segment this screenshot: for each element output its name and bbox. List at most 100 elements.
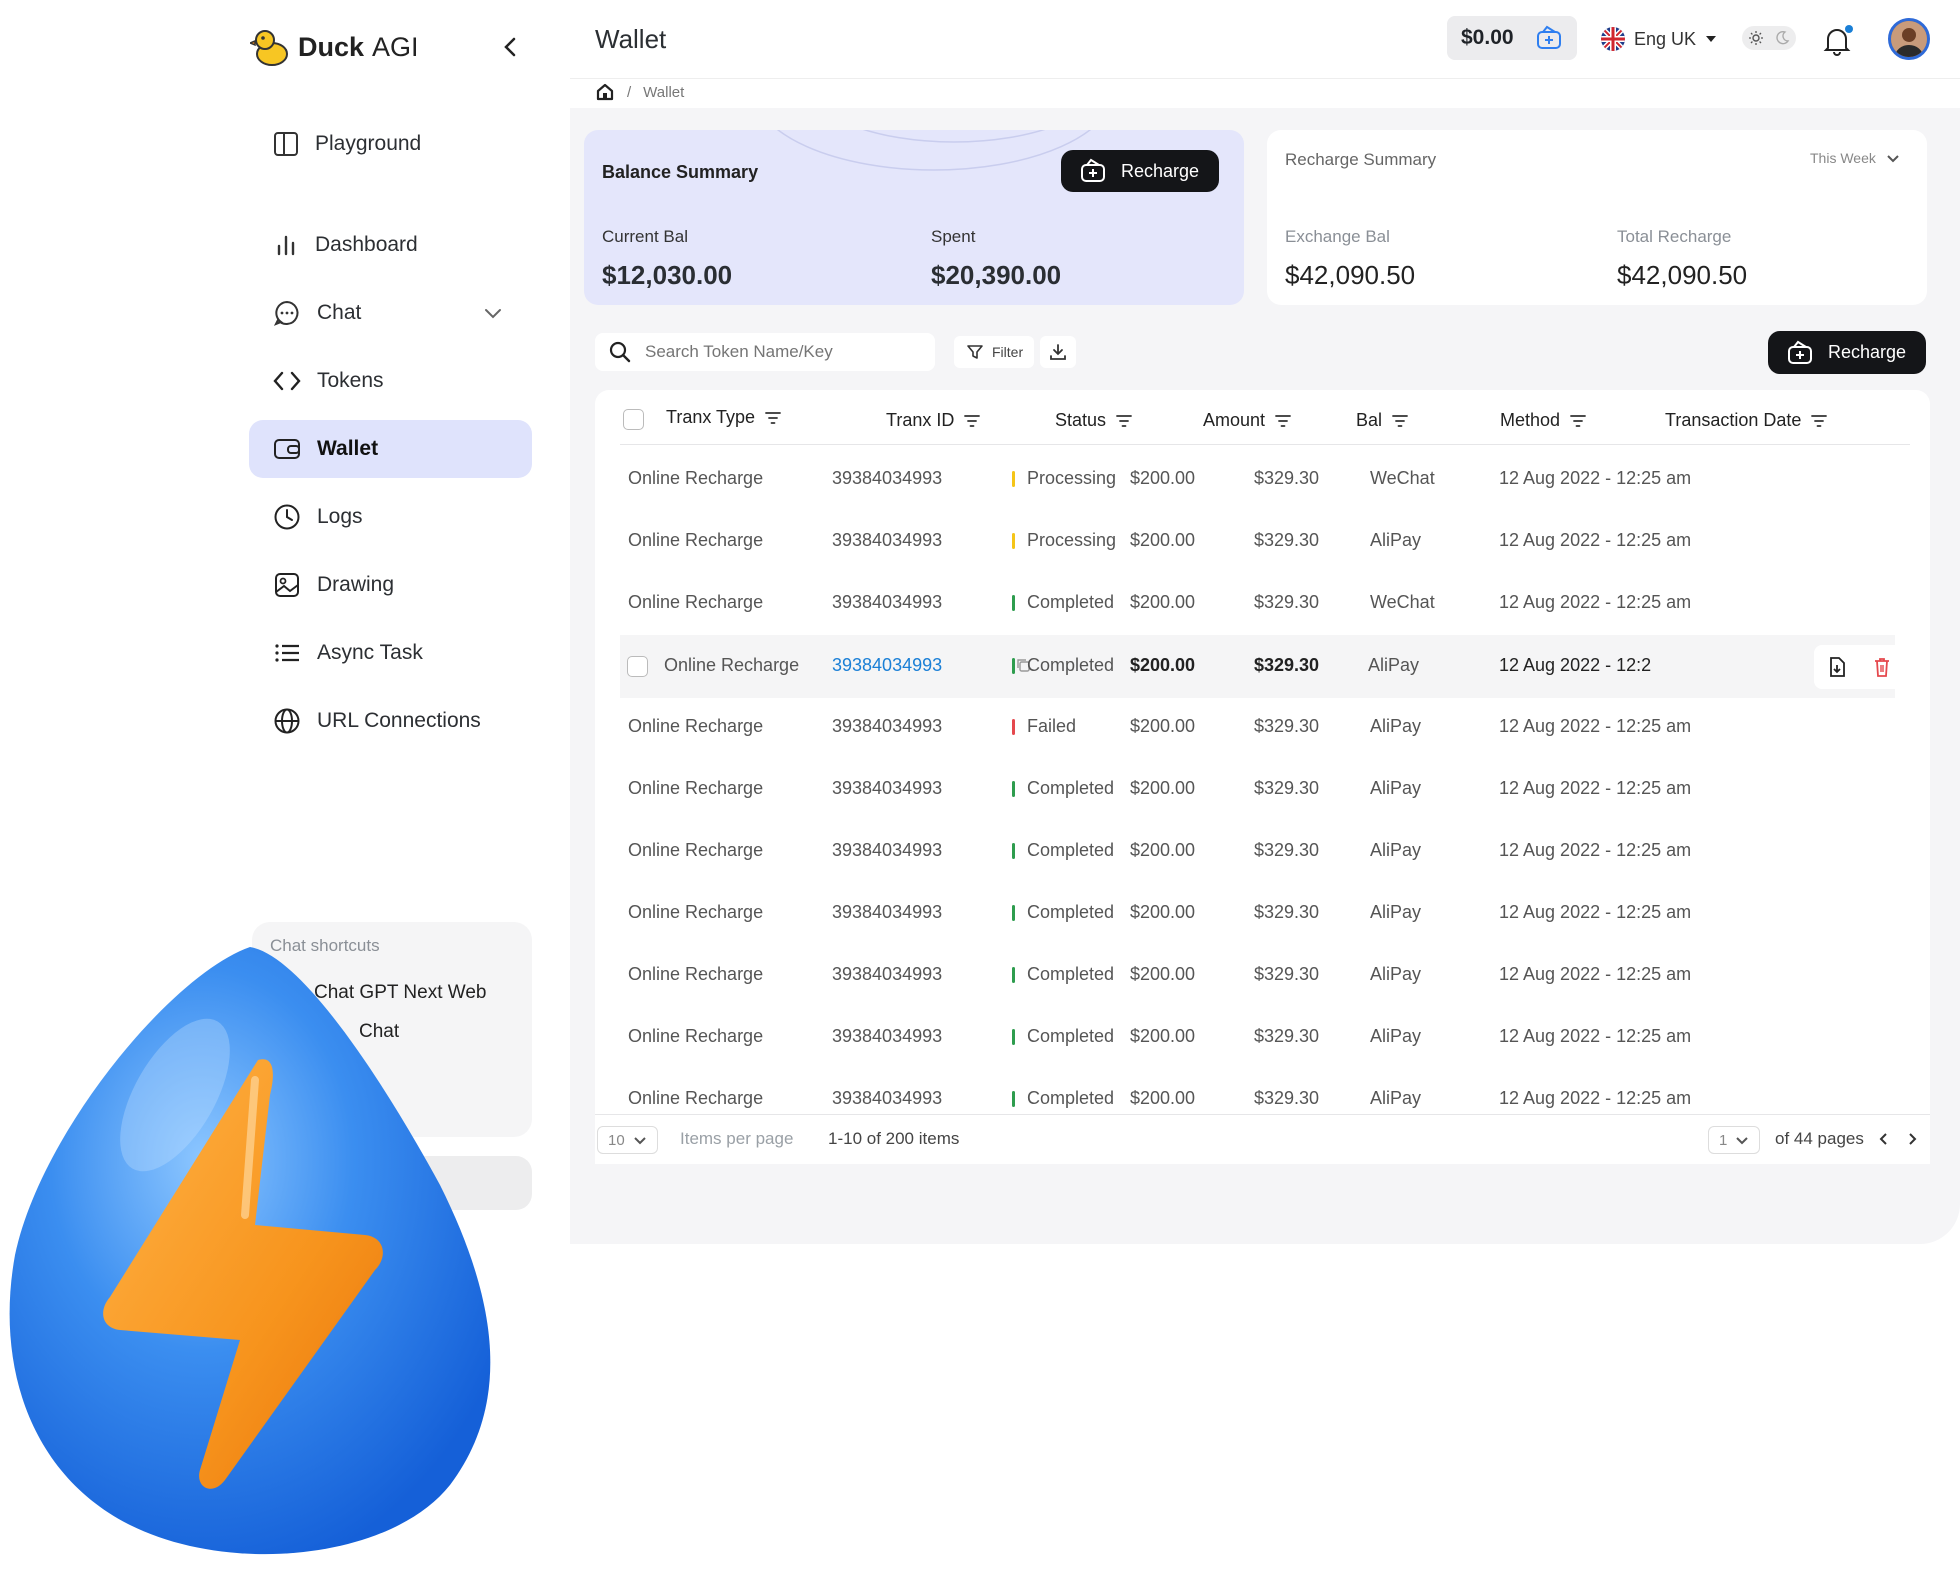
sort-icon[interactable] [1811,414,1828,428]
download-file-icon[interactable] [1827,656,1847,678]
period-label: This Week [1810,150,1876,166]
cell-tranx-type: Online Recharge [628,778,764,798]
cell-amount: $200.00 [1130,592,1196,612]
brand-logo[interactable]: Duck AGI [250,26,419,68]
next-page-icon[interactable] [1903,1130,1921,1148]
wallet-plus-icon [1788,340,1812,364]
spent-value: $20,390.00 [931,260,1062,290]
status-label: Processing [1027,468,1117,488]
recharge-button-label: Recharge [1828,342,1907,362]
notifications-button[interactable] [1820,24,1854,58]
status-label: Completed [1027,655,1115,675]
sidebar-item-url-connections[interactable]: URL Connections [249,692,532,750]
sort-icon[interactable] [1275,414,1291,428]
sidebar-item-label: Async Task [317,641,423,664]
download-button[interactable] [1040,336,1076,368]
cell-tranx-id: 39384034993 [832,716,943,736]
status-label: Completed [1027,964,1115,984]
cell-bal: $329.30 [1254,1026,1320,1046]
recharge-button[interactable]: Recharge [1768,331,1927,374]
main-content: Wallet $0.00 Eng UK / Wallet Balance Sum… [570,0,1960,1244]
wallet-plus-icon [1537,25,1561,49]
cell-tranx-type: Online Recharge [664,655,800,675]
cell-amount: $200.00 [1130,716,1196,736]
home-icon[interactable] [595,82,615,102]
sidebar-item-logs[interactable]: Logs [249,488,532,546]
recharge-button-card[interactable]: Recharge [1061,150,1220,192]
search-input[interactable] [645,342,915,362]
sidebar-item-label: Wallet [317,437,379,460]
search-box[interactable] [595,333,935,371]
row-checkbox[interactable] [627,656,648,677]
chevron-down-icon [1736,1137,1749,1145]
sidebar-item-wallet[interactable]: Wallet [249,420,532,478]
status-indicator [1012,470,1015,487]
chevron-down-icon[interactable] [482,302,504,324]
column-header-bal[interactable]: Bal [1356,410,1408,431]
status-label: Completed [1027,1026,1115,1046]
period-select[interactable]: This Week [1810,150,1900,166]
cell-amount: $200.00 [1130,655,1196,675]
cell-tranx-type: Online Recharge [628,964,764,984]
sort-icon[interactable] [1570,414,1586,428]
chat-bubble-icon [273,300,299,326]
cell-amount: $200.00 [1130,530,1196,550]
balance-chip[interactable]: $0.00 [1447,16,1577,60]
chevron-down-icon [633,1137,646,1145]
status-indicator [1012,532,1015,549]
collapse-sidebar-button[interactable] [496,32,526,62]
sort-icon[interactable] [765,411,781,425]
column-header-tranx-type[interactable]: Tranx Type [666,407,781,428]
previous-page-icon[interactable] [1875,1130,1893,1148]
breadcrumb-bar [570,78,1960,108]
sort-icon[interactable] [1116,414,1132,428]
select-all-checkbox[interactable] [623,409,644,430]
balance-value: $0.00 [1461,26,1514,49]
sidebar-item-async-task[interactable]: Async Task [249,624,532,682]
sidebar-item-chat[interactable]: Chat [249,284,532,342]
sidebar-item-tokens[interactable]: Tokens [249,352,532,410]
sidebar-item-playground[interactable]: Playground [249,115,532,173]
wallet-icon [274,439,300,459]
delete-icon[interactable] [1872,656,1892,678]
page-select[interactable]: 1 [1708,1126,1761,1154]
sidebar-item-dashboard[interactable]: Dashboard [249,216,532,274]
items-per-page-select[interactable]: 10 [597,1126,658,1154]
cell-amount: $200.00 [1130,1088,1196,1108]
column-header-transaction-date[interactable]: Transaction Date [1665,410,1828,431]
user-avatar[interactable] [1888,18,1930,60]
theme-toggle[interactable] [1742,26,1796,50]
page-value: 1 [1719,1131,1728,1149]
transactions-table [595,390,1930,1163]
cell-transaction-date: 12 Aug 2022 - 12:25 am [1499,902,1692,922]
cell-method: AliPay [1370,716,1422,736]
status-label: Completed [1027,1088,1115,1108]
cell-bal: $329.30 [1254,840,1320,860]
uk-flag-icon [1601,27,1625,51]
cell-tranx-id: 39384034993 [832,1088,943,1108]
cell-bal: $329.30 [1254,778,1320,798]
cell-tranx-type: Online Recharge [628,530,764,550]
cell-amount: $200.00 [1130,840,1196,860]
cell-transaction-date: 12 Aug 2022 - 12:25 am [1499,1026,1692,1046]
filter-button[interactable]: Filter [954,336,1034,368]
column-header-status[interactable]: Status [1055,410,1132,431]
cell-bal: $329.30 [1254,592,1320,612]
language-selector[interactable]: Eng UK [1600,26,1718,52]
sun-icon [1749,31,1763,45]
column-header-amount[interactable]: Amount [1203,410,1291,431]
sidebar-item-drawing[interactable]: Drawing [249,556,532,614]
sort-icon[interactable] [964,414,981,428]
image-icon [275,573,299,597]
cell-status: Processing [1012,468,1116,489]
status-label: Completed [1027,592,1115,612]
items-per-page-label: Items per page [680,1129,794,1148]
recharge-summary-title: Recharge Summary [1285,150,1437,169]
chevron-down-icon [1887,155,1899,163]
column-header-method[interactable]: Method [1500,410,1586,431]
sidebar-item-label: Playground [315,132,422,155]
sort-icon[interactable] [1392,414,1408,428]
cell-tranx-id[interactable]: 39384034993 [832,655,942,676]
filter-label: Filter [992,344,1024,360]
column-header-tranx-id[interactable]: Tranx ID [886,410,981,431]
